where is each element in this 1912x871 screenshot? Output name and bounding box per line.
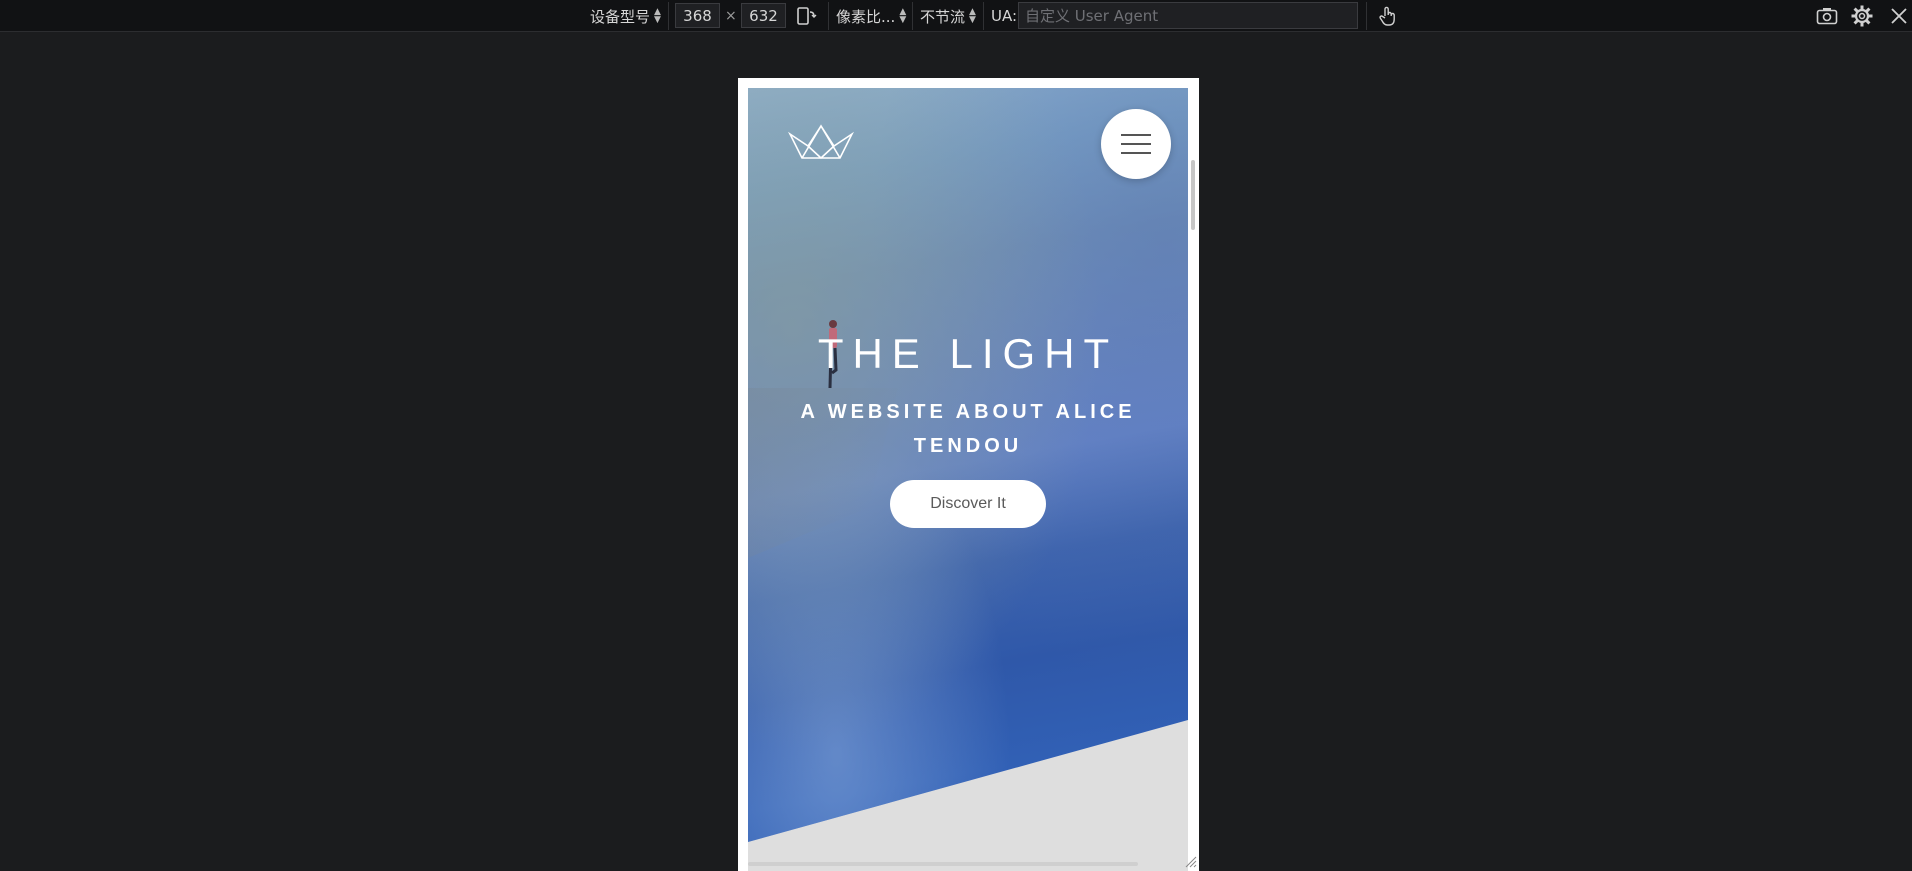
menu-line — [1121, 134, 1151, 136]
menu-line — [1121, 143, 1151, 145]
height-input[interactable]: 632 — [741, 3, 786, 28]
device-viewport: THE LIGHT A WEBSITE ABOUT ALICE TENDOU D… — [738, 78, 1199, 871]
caret-updown-icon: ▲ ▼ — [899, 7, 907, 25]
dimension-times: × — [725, 8, 737, 24]
divider — [983, 2, 984, 30]
divider — [828, 2, 829, 30]
site-page: THE LIGHT A WEBSITE ABOUT ALICE TENDOU D… — [748, 88, 1188, 871]
divider — [1366, 2, 1367, 30]
discover-button[interactable]: Discover It — [890, 480, 1046, 528]
close-icon[interactable] — [1887, 4, 1911, 28]
hamburger-menu-icon[interactable] — [1101, 109, 1171, 179]
touch-icon[interactable] — [1376, 4, 1400, 28]
throttle-label: 不节流 — [920, 7, 966, 26]
menu-line — [1121, 152, 1151, 154]
resize-grip-icon[interactable] — [1185, 856, 1197, 868]
rotate-icon[interactable] — [794, 4, 818, 28]
caret-updown-icon: ▲ ▼ — [654, 7, 661, 25]
device-select-label: 设备型号 — [590, 7, 651, 26]
caret-updown-icon: ▲ ▼ — [969, 7, 976, 25]
horizontal-scrollbar[interactable] — [748, 862, 1138, 866]
devtools-toolbar: 设备型号 ▲ ▼ 368 × 632 像素比... ▲ ▼ 不节流 ▲ ▼ UA: 自… — [0, 0, 1912, 32]
ua-label: UA: — [991, 7, 1018, 25]
divider — [668, 2, 669, 30]
throttle-select[interactable]: 不节流 ▲ ▼ — [920, 0, 976, 32]
vertical-scrollbar[interactable] — [1191, 160, 1195, 230]
width-input[interactable]: 368 — [675, 3, 720, 28]
user-agent-input[interactable]: 自定义 User Agent — [1018, 2, 1358, 29]
hero-title: THE LIGHT — [817, 330, 1119, 377]
divider — [912, 2, 913, 30]
crown-logo-icon[interactable] — [788, 124, 854, 164]
hero-subtitle: A WEBSITE ABOUT ALICE TENDOU — [800, 401, 1136, 457]
settings-icon[interactable] — [1850, 4, 1874, 28]
screenshot-icon[interactable] — [1815, 4, 1839, 28]
pixel-ratio-select[interactable]: 像素比... ▲ ▼ — [836, 0, 906, 32]
device-select[interactable]: 设备型号 ▲ ▼ — [590, 0, 661, 32]
pixel-ratio-label: 像素比... — [836, 7, 896, 26]
